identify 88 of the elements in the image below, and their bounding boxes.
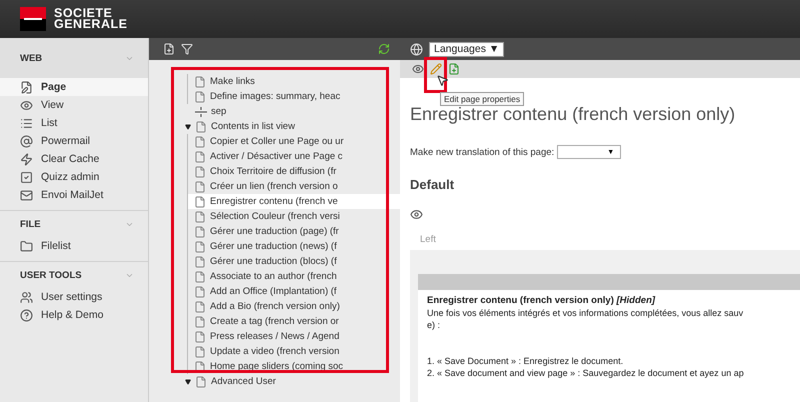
tree-item[interactable]: Update a video (french version xyxy=(188,344,400,359)
column-label: Left xyxy=(420,234,437,245)
edit-page-icon xyxy=(20,80,33,94)
sidebar-item[interactable]: Quizz admin xyxy=(0,168,148,186)
view-page-icon xyxy=(412,63,424,75)
list-item: 1. « Save Document » : Enregistrez le document. xyxy=(427,355,624,367)
refresh-icon xyxy=(378,43,390,55)
folder-icon xyxy=(20,240,33,252)
tree-item[interactable]: Activer / Désactiver une Page c xyxy=(188,149,400,164)
content-title: Enregistrer contenu (french version only) [Hidden] xyxy=(427,295,656,307)
sidebar-item[interactable]: Clear Cache xyxy=(0,150,148,168)
filter-icon xyxy=(181,43,193,55)
tree-item[interactable]: Enregistrer contenu (french ve xyxy=(188,194,400,209)
tree-item[interactable]: Create a tag (french version or xyxy=(188,314,400,329)
tooltip: Edit page properties xyxy=(440,92,524,106)
tree-item[interactable]: Sélection Couleur (french versi xyxy=(188,209,400,224)
tree-item[interactable]: Add a Bio (french version only) xyxy=(188,299,400,314)
page-icon xyxy=(194,360,206,372)
page-icon xyxy=(194,196,206,208)
expand-arrow-icon xyxy=(185,124,191,130)
at-sign-icon xyxy=(20,134,33,148)
page-icon xyxy=(194,330,206,342)
sidebar-item[interactable]: Powermail xyxy=(0,132,148,150)
tree-item[interactable]: Advanced User xyxy=(149,374,400,389)
sidebar-item[interactable]: User settings xyxy=(0,288,148,306)
separator-icon xyxy=(195,106,207,116)
tree-item[interactable]: sep xyxy=(149,104,400,119)
page-icon xyxy=(194,166,206,178)
tree-item[interactable]: Press releases / News / Agend xyxy=(188,329,400,344)
page-icon xyxy=(195,376,207,388)
translation-label: Make new translation of this page: xyxy=(410,146,554,158)
page-icon xyxy=(194,256,206,268)
sidebar-section-header[interactable]: WEB xyxy=(0,38,148,78)
page-icon xyxy=(194,240,206,252)
new-page-icon xyxy=(163,43,175,55)
help-icon xyxy=(20,308,33,322)
languages-select[interactable]: Languages ▼ xyxy=(429,42,504,56)
page-icon xyxy=(194,90,206,102)
page-icon xyxy=(194,286,206,298)
list-icon xyxy=(20,116,33,130)
eye-icon xyxy=(20,98,33,112)
cursor-icon xyxy=(436,74,449,87)
tree-item[interactable]: Gérer une traduction (page) (fr xyxy=(188,224,400,239)
section-heading: Default xyxy=(410,177,456,192)
envelope-icon xyxy=(20,188,33,202)
page-icon xyxy=(195,120,207,132)
sidebar-item[interactable]: Page xyxy=(0,78,148,96)
tree-item[interactable]: Gérer une traduction (blocs) (f xyxy=(188,254,400,269)
expand-arrow-icon xyxy=(185,378,191,384)
page-title: Enregistrer contenu (french version only) xyxy=(410,104,736,125)
edit-icon xyxy=(430,63,442,75)
tree-item[interactable]: Add an Office (Implantation) (f xyxy=(188,284,400,299)
lightning-icon xyxy=(20,152,33,166)
page-icon xyxy=(194,300,206,312)
view-page-icon xyxy=(410,208,423,221)
tree-item[interactable]: Associate to an author (french xyxy=(188,269,400,284)
logo-text: SOCIETE GENERALE xyxy=(54,8,128,30)
page-icon xyxy=(194,346,206,358)
content-paragraph: e) : xyxy=(427,319,442,331)
page-icon xyxy=(194,136,206,148)
users-icon xyxy=(20,290,33,304)
tree-item[interactable]: Copier et Coller une Page ou ur xyxy=(188,134,400,149)
globe-icon xyxy=(410,42,423,56)
logo-icon xyxy=(20,7,46,31)
page-icon xyxy=(194,180,206,192)
sidebar-item[interactable]: Envoi MailJet xyxy=(0,186,148,204)
new-content-icon xyxy=(448,63,460,75)
page-icon xyxy=(194,226,206,238)
sidebar-item[interactable]: Filelist xyxy=(0,237,148,255)
list-item: 2. « Save document and view page » : Sauvegardez le document et ayez un ap xyxy=(427,367,745,379)
tree-item[interactable]: Contents in list view xyxy=(149,119,400,134)
tree-item[interactable]: Gérer une traduction (news) (f xyxy=(188,239,400,254)
page-icon xyxy=(194,210,206,222)
sidebar-item[interactable]: Help & Demo xyxy=(0,306,148,324)
tree-item[interactable]: Créer un lien (french version o xyxy=(188,179,400,194)
checkbox-icon xyxy=(20,170,33,184)
content-paragraph: Une fois vos éléments intégrés et vos informations complétées, vous allez sauv xyxy=(427,307,744,319)
sidebar-item[interactable]: View xyxy=(0,96,148,114)
tree-item[interactable]: Choix Territoire de diffusion (fr xyxy=(188,164,400,179)
tree-item[interactable]: Define images: summary, heac xyxy=(188,89,400,104)
page-icon xyxy=(194,270,206,282)
page-icon xyxy=(194,150,206,162)
page-icon xyxy=(194,76,206,88)
sidebar-section-header[interactable]: USER TOOLS xyxy=(0,261,148,288)
sidebar-section-header[interactable]: FILE xyxy=(0,210,148,237)
page-icon xyxy=(194,316,206,328)
sidebar-item[interactable]: List xyxy=(0,114,148,132)
tree-item[interactable]: Make links xyxy=(188,74,400,89)
